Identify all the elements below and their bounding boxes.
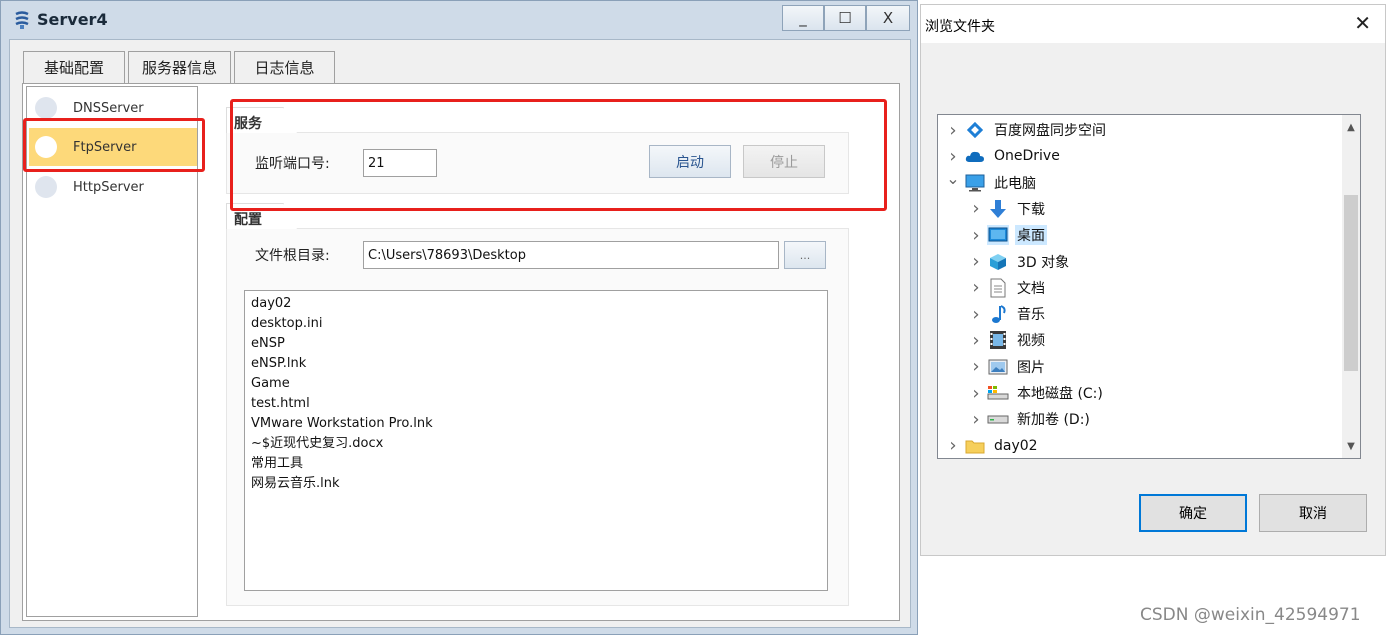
folder-icon	[964, 436, 986, 456]
highlight-box-ftp	[23, 118, 205, 172]
dialog-titlebar[interactable]: 浏览文件夹 ✕	[921, 5, 1385, 43]
chevron-right-icon[interactable]: ›	[967, 356, 985, 377]
scroll-down-icon[interactable]: ▼	[1342, 436, 1360, 456]
chevron-right-icon[interactable]: ›	[967, 225, 985, 246]
tab-server-info[interactable]: 服务器信息	[128, 51, 231, 83]
tree-node[interactable]: › 图片	[938, 354, 1338, 380]
file-list-item[interactable]: 常用工具	[251, 454, 821, 474]
dialog-title: 浏览文件夹	[925, 19, 995, 35]
server-status-icon	[35, 97, 57, 119]
chevron-right-icon[interactable]: ›	[967, 383, 985, 404]
scroll-thumb[interactable]	[1344, 195, 1358, 371]
tree-node[interactable]: › 视频	[938, 327, 1338, 353]
tree-node-label: 下载	[1017, 201, 1045, 218]
cube-icon	[987, 252, 1009, 272]
folder-tree[interactable]: › 百度网盘同步空间 › OneDrive ⌄ 此电脑 › 下载 › 桌面 › 3D 对象 › 文档 › 音乐…	[937, 114, 1361, 459]
file-list-item[interactable]: Game	[251, 374, 821, 394]
browse-folder-dialog: 浏览文件夹 ✕ › 百度网盘同步空间 › OneDrive ⌄ 此电脑 › 下载 › 桌面 › 3D …	[920, 4, 1386, 556]
file-list-item[interactable]: VMware Workstation Pro.lnk	[251, 414, 821, 434]
baidu-sync-icon	[964, 120, 986, 140]
tree-node-label: 百度网盘同步空间	[994, 123, 1106, 139]
app-icon	[13, 10, 31, 30]
chevron-right-icon[interactable]: ›	[967, 330, 985, 351]
tab-log-info[interactable]: 日志信息	[234, 51, 335, 83]
tree-node-label: 视频	[1017, 333, 1045, 350]
tree-node-label: 音乐	[1017, 307, 1045, 324]
tree-node[interactable]: › day02	[938, 433, 1338, 458]
system-drive-icon	[987, 383, 1009, 403]
chevron-right-icon[interactable]: ›	[944, 435, 962, 456]
tree-node[interactable]: ⌄ 此电脑	[938, 169, 1338, 196]
config-group: 配置 文件根目录: C:\Users\78693\Desktop ... day…	[226, 203, 849, 606]
ok-button[interactable]: 确定	[1139, 494, 1247, 532]
tree-node[interactable]: › 下载	[938, 196, 1338, 222]
tree-node-label: 图片	[1017, 359, 1045, 376]
tree-node-label: 文档	[1017, 280, 1045, 297]
chevron-down-icon[interactable]: ⌄	[944, 169, 962, 188]
tree-node-label: 3D 对象	[1017, 254, 1070, 271]
dialog-close-icon[interactable]: ✕	[1354, 13, 1371, 33]
video-icon	[987, 330, 1009, 350]
chevron-right-icon[interactable]: ›	[967, 198, 985, 219]
tree-node-label: 此电脑	[994, 175, 1036, 192]
close-button[interactable]: X	[866, 5, 910, 31]
tree-node[interactable]: › OneDrive	[938, 143, 1338, 169]
server-item-http[interactable]: HttpServer	[29, 168, 197, 206]
tree-scrollbar[interactable]: ▲ ▼	[1342, 115, 1360, 458]
server-window: Server4 _ ☐ X 基础配置 服务器信息 日志信息 DNSServer …	[0, 0, 918, 635]
tree-node[interactable]: › 桌面	[938, 222, 1338, 248]
tree-node-label: 桌面	[1015, 225, 1047, 246]
tree-node[interactable]: › 3D 对象	[938, 249, 1338, 275]
chevron-right-icon[interactable]: ›	[967, 251, 985, 272]
desktop-icon	[987, 225, 1009, 246]
chevron-right-icon[interactable]: ›	[944, 120, 962, 141]
server-item-label: DNSServer	[73, 100, 144, 116]
chevron-right-icon[interactable]: ›	[967, 409, 985, 430]
window-title: Server4	[37, 10, 108, 29]
document-icon	[987, 278, 1009, 298]
picture-icon	[987, 357, 1009, 377]
tree-node-label: day02	[994, 437, 1038, 454]
window-titlebar[interactable]: Server4 _ ☐ X	[1, 1, 917, 37]
file-list-item[interactable]: 网易云音乐.lnk	[251, 474, 821, 494]
file-list-item[interactable]: eNSP	[251, 334, 821, 354]
file-list-item[interactable]: day02	[251, 294, 821, 314]
drive-icon	[987, 409, 1009, 429]
chevron-right-icon[interactable]: ›	[944, 146, 962, 167]
file-list-item[interactable]: ~$近现代史复习.docx	[251, 434, 821, 454]
server-status-icon	[35, 176, 57, 198]
cancel-button[interactable]: 取消	[1259, 494, 1367, 532]
chevron-right-icon[interactable]: ›	[967, 304, 985, 325]
server-item-label: HttpServer	[73, 179, 144, 195]
highlight-box-service	[230, 99, 887, 211]
root-dir-label: 文件根目录:	[255, 248, 330, 264]
tree-node[interactable]: › 音乐	[938, 301, 1338, 327]
file-list-item[interactable]: desktop.ini	[251, 314, 821, 334]
tree-node-label: OneDrive	[994, 148, 1060, 165]
tab-basic-config[interactable]: 基础配置	[23, 51, 125, 83]
tree-node[interactable]: › 文档	[938, 275, 1338, 301]
root-dir-input[interactable]: C:\Users\78693\Desktop	[363, 241, 779, 269]
tree-node[interactable]: › 本地磁盘 (C:)	[938, 380, 1338, 406]
minimize-button[interactable]: _	[782, 5, 824, 31]
cloud-icon	[964, 146, 986, 166]
tree-node[interactable]: › 百度网盘同步空间	[938, 117, 1338, 143]
scroll-up-icon[interactable]: ▲	[1342, 117, 1360, 137]
watermark: CSDN @weixin_42594971	[1140, 605, 1361, 625]
file-list[interactable]: day02 desktop.ini eNSP eNSP.lnk Game test.htm…	[244, 290, 828, 591]
file-list-item[interactable]: eNSP.lnk	[251, 354, 821, 374]
computer-icon	[964, 173, 986, 193]
maximize-button[interactable]: ☐	[824, 5, 866, 31]
file-list-item[interactable]: test.html	[251, 394, 821, 414]
tree-node[interactable]: › 新加卷 (D:)	[938, 406, 1338, 432]
chevron-right-icon[interactable]: ›	[967, 277, 985, 298]
tree-node-label: 本地磁盘 (C:)	[1017, 386, 1103, 402]
tree-node-label: 新加卷 (D:)	[1017, 412, 1090, 429]
music-icon	[987, 304, 1009, 324]
download-icon	[987, 199, 1009, 219]
browse-button[interactable]: ...	[784, 241, 826, 269]
